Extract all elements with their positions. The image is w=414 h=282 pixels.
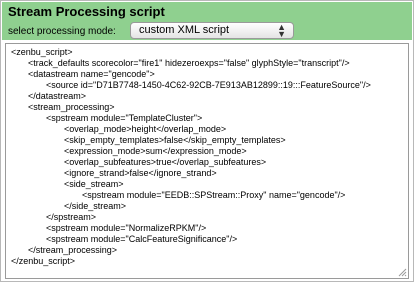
panel-title: Stream Processing script [8,4,165,19]
script-line: <spstream module="CalcFeatureSignificanc… [46,234,238,244]
script-line: <overlap_mode>height</overlap_mode> [64,124,227,134]
script-line: <stream_processing> [28,102,115,112]
script-line: <spstream module="TemplateCluster"> [46,113,203,123]
script-line: </stream_processing> [28,245,118,255]
processing-mode-select[interactable]: custom XML script ▲ ▼ [130,22,294,39]
script-line: <ignore_strand>false</ignore_strand> [64,168,217,178]
script-line: <datastream name="gencode"> [28,69,155,79]
script-line: <track_defaults scorecolor="fire1" hidez… [28,58,350,68]
script-line: <expression_mode>sum</expression_mode> [64,146,247,156]
select-arrows-icon: ▲ ▼ [277,22,286,39]
script-line: </zenbu_script> [11,256,76,266]
script-line: </side_stream> [64,201,127,211]
script-line: <spstream module="EEDB::SPStream::Proxy"… [82,190,346,200]
script-line: <side_stream> [64,179,124,189]
script-line: <spstream module="NormalizeRPKM"/> [46,223,207,233]
script-line: <skip_empty_templates>false</skip_empty_… [64,135,286,145]
script-line: <source id="D71B7748-1450-4C62-92CB-7E91… [46,80,371,90]
resize-grip-icon[interactable] [397,267,407,277]
script-line: <zenbu_script> [11,47,73,57]
script-line: </datastream> [28,91,87,101]
script-line: <overlap_subfeatures>true</overlap_subfe… [64,157,267,167]
panel-header: Stream Processing script select processi… [2,2,412,40]
script-line: </spstream> [46,212,97,222]
xml-script-editor[interactable]: <zenbu_script> <track_defaults scorecolo… [5,43,409,279]
stream-processing-panel: Stream Processing script select processi… [0,0,414,282]
processing-mode-label: select processing mode: [8,26,116,37]
processing-mode-value: custom XML script [139,24,230,36]
